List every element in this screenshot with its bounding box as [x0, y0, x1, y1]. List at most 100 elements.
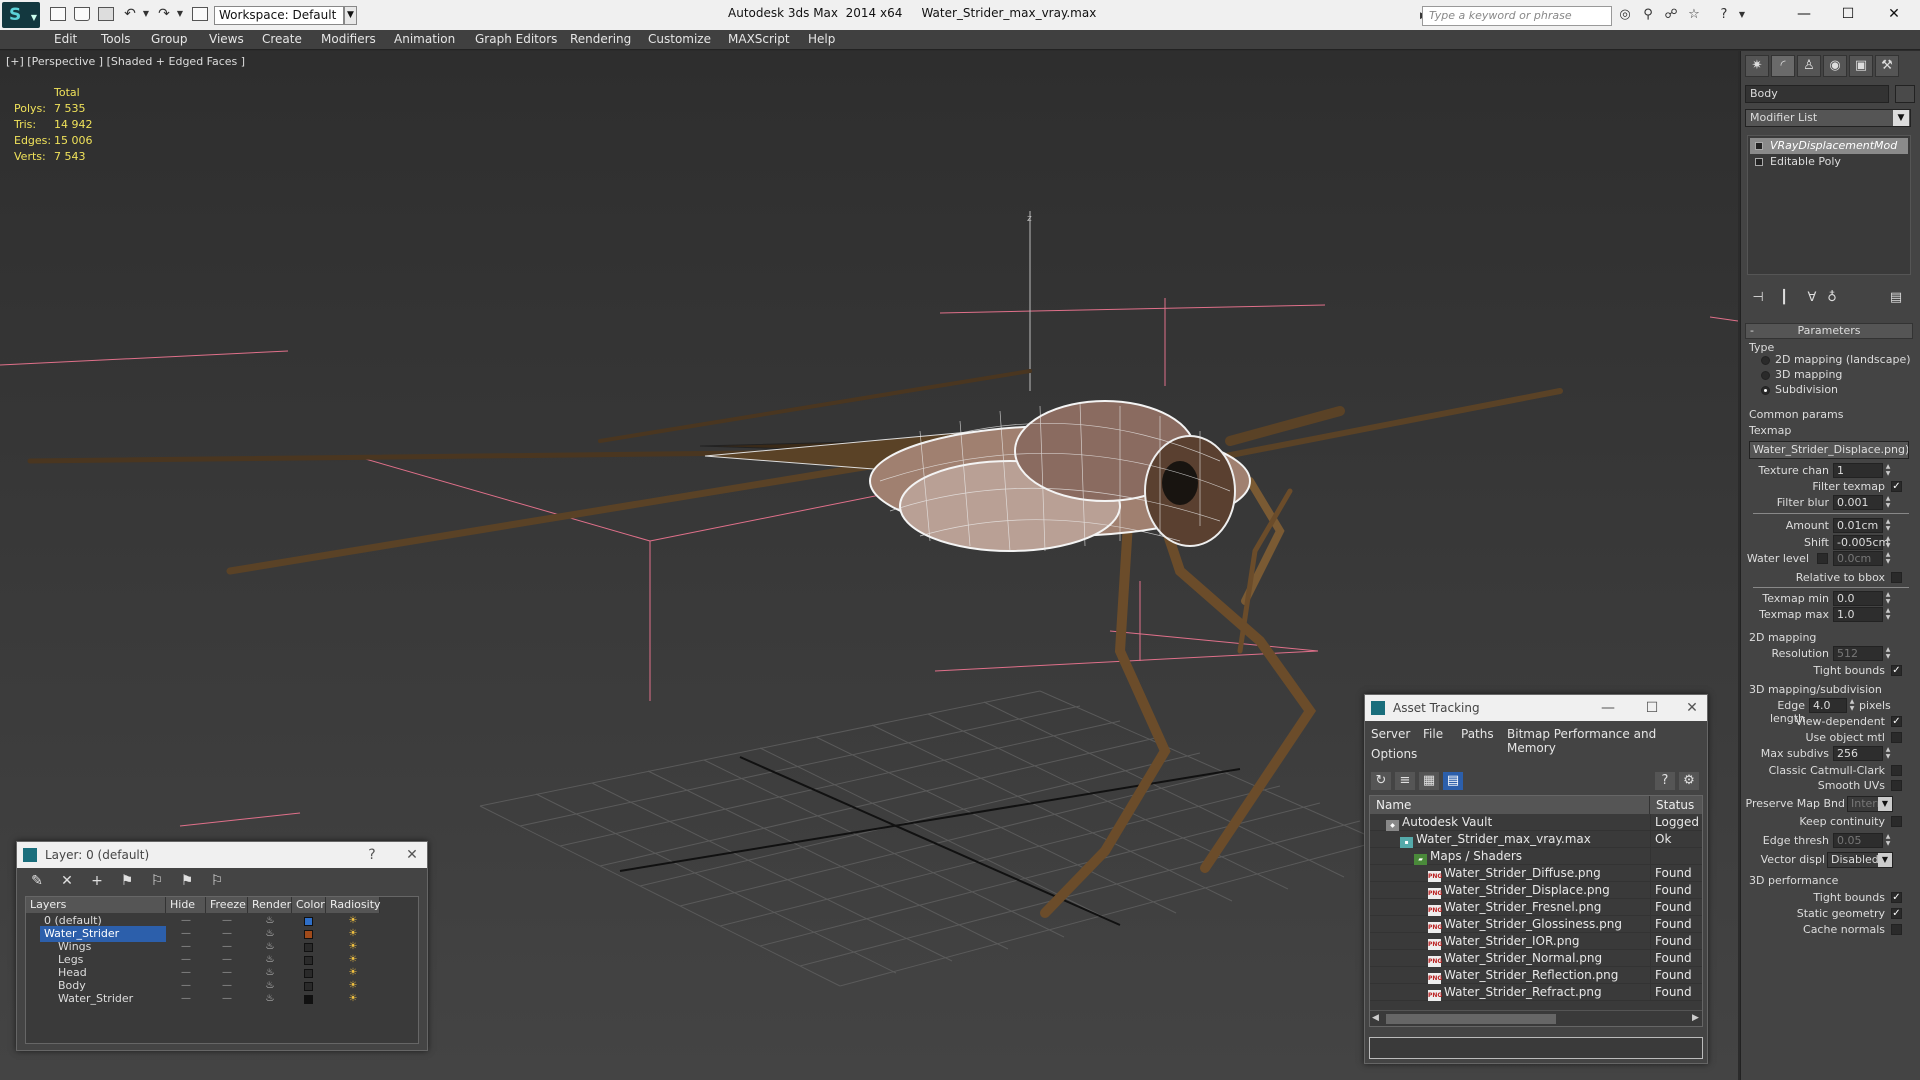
redo-icon[interactable]: ↷: [156, 6, 172, 22]
table-view-icon[interactable]: ▤: [1443, 772, 1463, 790]
menu-rendering[interactable]: Rendering: [570, 32, 631, 46]
modifier-list-dropdown[interactable]: Modifier List: [1745, 109, 1911, 127]
asset-row[interactable]: ▪ Water_Strider_max_vray.max Ok: [1370, 831, 1702, 848]
spinner-arrows-icon[interactable]: ▲ ▼: [1884, 535, 1892, 550]
asset-row[interactable]: PNG Water_Strider_Glossiness.png Found: [1370, 916, 1702, 933]
display-tab-icon[interactable]: ▣: [1849, 55, 1873, 77]
undo-icon[interactable]: ↶: [122, 6, 138, 22]
horizontal-scrollbar[interactable]: ◀ ▶: [1370, 1010, 1702, 1026]
asset-row[interactable]: PNG Water_Strider_Normal.png Found: [1370, 950, 1702, 967]
expand-plus-icon[interactable]: [1755, 158, 1763, 166]
column-status[interactable]: Status: [1650, 796, 1702, 814]
new-file-icon[interactable]: [50, 7, 66, 21]
scrollbar-thumb[interactable]: [1386, 1014, 1556, 1024]
asset-menu-bitmap-performance[interactable]: Bitmap Performance and Memory: [1507, 727, 1707, 755]
chevron-down-icon[interactable]: ▼: [1878, 853, 1892, 867]
spinner-arrows-icon[interactable]: ▲ ▼: [1884, 833, 1892, 848]
texmap-max-spinner[interactable]: 1.0: [1833, 607, 1883, 622]
communication-center-icon[interactable]: ⚲: [1640, 8, 1656, 22]
chevron-down-icon[interactable]: ▼: [1893, 110, 1909, 126]
radiosity-icon[interactable]: ☀: [326, 991, 380, 1007]
hide-toggle[interactable]: —: [166, 991, 206, 1007]
settings-icon[interactable]: ⚙: [1679, 772, 1699, 790]
spinner-arrows-icon[interactable]: ▲ ▼: [1884, 551, 1892, 566]
asset-name[interactable]: ▪ Water_Strider_max_vray.max: [1400, 831, 1591, 848]
resolution-spinner[interactable]: 512: [1833, 646, 1883, 661]
menu-modifiers[interactable]: Modifiers: [321, 32, 376, 46]
show-end-result-icon[interactable]: ┃: [1775, 289, 1793, 307]
water-level-spinner[interactable]: 0.0cm: [1833, 551, 1883, 566]
asset-name[interactable]: PNG Water_Strider_Diffuse.png: [1428, 865, 1601, 882]
menu-animation[interactable]: Animation: [394, 32, 455, 46]
radio-3d-mapping[interactable]: [1761, 371, 1770, 380]
vector-displ-dropdown[interactable]: Disabled ▼: [1827, 852, 1893, 868]
relative-bbox-checkbox[interactable]: [1891, 572, 1902, 583]
menu-customize[interactable]: Customize: [648, 32, 711, 46]
radio-subdivision[interactable]: [1761, 386, 1770, 395]
redo-dropdown-icon[interactable]: ▼: [172, 6, 188, 22]
asset-row[interactable]: PNG Water_Strider_IOR.png Found: [1370, 933, 1702, 950]
render-teapot-icon[interactable]: ♨: [248, 991, 292, 1007]
asset-name[interactable]: PNG Water_Strider_Glossiness.png: [1428, 916, 1622, 933]
filter-texmap-checkbox[interactable]: ✓: [1891, 481, 1902, 492]
max-subdivs-spinner[interactable]: 256: [1833, 746, 1883, 761]
parameters-rollout[interactable]: - Parameters: [1745, 323, 1913, 339]
spinner-arrows-icon[interactable]: ▲ ▼: [1884, 518, 1892, 533]
texture-chan-spinner[interactable]: 1: [1833, 463, 1883, 478]
menu-graph-editors[interactable]: Graph Editors: [475, 32, 557, 46]
column-name[interactable]: Name: [1370, 796, 1650, 814]
layer-name[interactable]: Water_Strider: [54, 991, 166, 1007]
refresh-icon[interactable]: ↻: [1371, 772, 1391, 790]
asset-row[interactable]: PNG Water_Strider_Displace.png Found: [1370, 882, 1702, 899]
layer-color-swatch[interactable]: [304, 917, 313, 926]
chevron-down-icon[interactable]: ▼: [344, 6, 357, 25]
spinner-arrows-icon[interactable]: ▲ ▼: [1884, 646, 1892, 661]
spinner-arrows-icon[interactable]: ▲ ▼: [1848, 698, 1856, 713]
water-level-checkbox[interactable]: [1817, 553, 1828, 564]
amount-spinner[interactable]: 0.01cm: [1833, 518, 1883, 533]
maximize-icon[interactable]: ☐: [1826, 3, 1870, 25]
column-freeze[interactable]: Freeze: [206, 897, 248, 913]
freeze-toggle[interactable]: —: [206, 991, 248, 1007]
asset-name[interactable]: PNG Water_Strider_Displace.png: [1428, 882, 1610, 899]
layer-color-swatch[interactable]: [304, 943, 313, 952]
asset-name[interactable]: PNG Water_Strider_Refract.png: [1428, 984, 1602, 1001]
add-to-layer-icon[interactable]: +: [87, 872, 107, 890]
texmap-min-spinner[interactable]: 0.0: [1833, 591, 1883, 606]
smooth-uvs-checkbox[interactable]: [1891, 780, 1902, 791]
texmap-button[interactable]: Water_Strider_Displace.png): [1749, 441, 1909, 459]
freeze-all-layers-icon[interactable]: ⚐: [207, 872, 227, 890]
create-tab-icon[interactable]: ✷: [1745, 55, 1769, 77]
radio-2d-mapping[interactable]: [1761, 356, 1770, 365]
asset-name[interactable]: ▰ Maps / Shaders: [1414, 848, 1522, 865]
layer-color-swatch[interactable]: [304, 956, 313, 965]
layer-color-swatch[interactable]: [304, 969, 313, 978]
asset-menu-server[interactable]: Server: [1371, 727, 1410, 741]
make-unique-icon[interactable]: ∀: [1803, 289, 1821, 307]
static-geometry-checkbox[interactable]: ✓: [1891, 908, 1902, 919]
menu-create[interactable]: Create: [262, 32, 302, 46]
view-dependent-checkbox[interactable]: ✓: [1891, 716, 1902, 727]
menu-edit[interactable]: Edit: [54, 32, 77, 46]
spinner-arrows-icon[interactable]: ▲ ▼: [1884, 463, 1892, 478]
layer-row[interactable]: Water_Strider — — ♨ ☀: [26, 991, 418, 1007]
asset-row[interactable]: ▰ Maps / Shaders: [1370, 848, 1702, 865]
asset-row[interactable]: ◆Autodesk Vault Logged O: [1370, 814, 1702, 831]
asset-name[interactable]: PNG Water_Strider_Reflection.png: [1428, 967, 1618, 984]
asset-row[interactable]: PNG Water_Strider_Diffuse.png Found: [1370, 865, 1702, 882]
object-name-field[interactable]: Body: [1745, 85, 1889, 103]
hide-all-layers-icon[interactable]: ⚑: [177, 872, 197, 890]
column-render[interactable]: Render: [248, 897, 292, 913]
sign-in-icon[interactable]: ☍: [1663, 8, 1679, 22]
column-radiosity[interactable]: Radiosity: [326, 897, 381, 913]
layer-color-swatch[interactable]: [304, 930, 313, 939]
select-objects-icon[interactable]: ⚑: [117, 872, 137, 890]
menu-tools[interactable]: Tools: [101, 32, 131, 46]
tight-bounds-2d-checkbox[interactable]: ✓: [1891, 665, 1902, 676]
pin-stack-icon[interactable]: ⊣: [1749, 289, 1767, 307]
help-dropdown-icon[interactable]: ▼: [1734, 8, 1750, 22]
chevron-right-icon[interactable]: ▶: [1692, 1013, 1699, 1023]
filter-blur-spinner[interactable]: 0.001: [1833, 495, 1883, 510]
asset-name[interactable]: PNG Water_Strider_Normal.png: [1428, 950, 1602, 967]
asset-row[interactable]: PNG Water_Strider_Refract.png Found: [1370, 984, 1702, 1001]
